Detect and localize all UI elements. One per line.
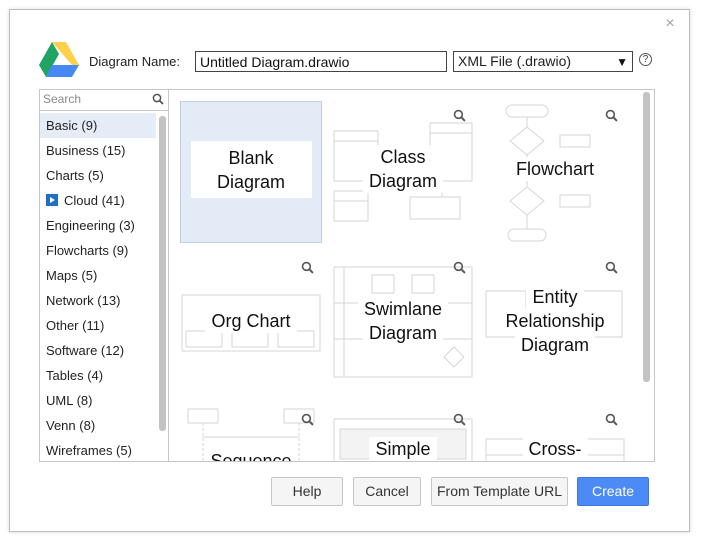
category-charts[interactable]: Charts (5) [40,163,156,188]
help-icon[interactable]: ? [639,53,652,66]
close-icon[interactable]: × [663,16,677,32]
template-simple[interactable]: Simple [332,405,474,461]
template-class-diagram[interactable]: Class Diagram [332,101,474,243]
template-swimlane-diagram[interactable]: Swimlane Diagram [332,253,474,395]
category-sidebar: Search Basic (9) Business (15) Charts (5… [39,89,169,462]
zoom-icon[interactable] [605,109,618,122]
category-label: Network (13) [46,293,121,308]
template-label-line: Swimlane [357,297,449,321]
template-label: Diagram [181,170,321,194]
template-label: Sequence [180,449,322,461]
template-org-chart[interactable]: Org Chart [180,253,322,395]
search-icon[interactable] [152,93,164,105]
category-tables[interactable]: Tables (4) [40,363,156,388]
category-label: Software (12) [46,343,125,358]
category-network[interactable]: Network (13) [40,288,156,313]
template-label: Flowchart [484,157,626,181]
zoom-icon[interactable] [301,261,314,274]
category-label: Maps (5) [46,268,98,283]
template-label-line: Sequence [204,449,298,461]
template-flowchart[interactable]: Flowchart [484,101,626,243]
template-label-line: Diagram [210,170,292,194]
zoom-icon[interactable] [453,413,466,426]
cancel-button[interactable]: Cancel [353,477,421,506]
zoom-icon[interactable] [453,109,466,122]
category-venn[interactable]: Venn (8) [40,413,156,438]
template-label: Diagram [332,321,474,345]
category-wireframes[interactable]: Wireframes (5) [40,438,156,461]
category-label: Engineering (3) [46,218,135,233]
zoom-icon[interactable] [605,413,618,426]
template-label: Entity [484,285,626,309]
category-cloud[interactable]: Cloud (41) [40,188,156,213]
search-placeholder: Search [43,92,82,106]
template-label-line: Diagram [362,169,444,193]
category-label: Basic (9) [46,118,98,133]
template-label: Simple [332,437,474,461]
template-scrollbar[interactable] [643,92,650,382]
diagram-name-label: Diagram Name: [89,54,181,69]
category-uml[interactable]: UML (8) [40,388,156,413]
category-label: UML (8) [46,393,93,408]
zoom-icon[interactable] [453,261,466,274]
category-software[interactable]: Software (12) [40,338,156,363]
category-basic[interactable]: Basic (9) [40,113,156,138]
template-label: Cross- [484,437,626,461]
category-label: Flowcharts (9) [46,243,129,258]
template-label: Diagram [484,333,626,357]
template-label-line: Class [374,145,432,169]
template-label: Diagram [332,169,474,193]
category-label: Other (11) [46,318,105,333]
template-label-line: Simple [369,437,437,461]
template-label-line: Org Chart [205,309,297,333]
template-label-line: Blank [222,146,280,170]
category-flowcharts[interactable]: Flowcharts (9) [40,238,156,263]
search-input[interactable]: Search [40,90,168,111]
zoom-icon[interactable] [301,413,314,426]
category-label: Charts (5) [46,168,104,183]
template-blank-diagram[interactable]: Blank Diagram [180,101,322,243]
template-label: Org Chart [180,309,322,333]
from-template-url-button[interactable]: From Template URL [431,477,568,506]
template-cross-functional[interactable]: Cross- [484,405,626,461]
template-label-line: Diagram [362,321,444,345]
template-label-line: Entity [526,285,584,309]
template-label-line: Flowchart [509,157,601,181]
template-label-line: Relationship [499,309,611,333]
file-format-value: XML File (.drawio) [458,53,572,69]
expand-icon[interactable] [46,194,58,206]
template-label: Blank [181,146,321,170]
file-format-select[interactable]: XML File (.drawio) ▼ [453,51,633,72]
category-list: Basic (9) Business (15) Charts (5) Cloud… [40,113,156,461]
diagram-name-input[interactable] [195,51,447,72]
category-label: Cloud (41) [64,193,125,208]
template-entity-relationship-diagram[interactable]: Entity Relationship Diagram [484,253,626,395]
category-label: Venn (8) [46,418,96,433]
template-label-line: Cross- [522,437,588,461]
template-grid: Blank Diagram Class Diagram Flowchart Or… [169,89,655,462]
google-drive-logo [39,42,79,77]
sidebar-scrollbar[interactable] [159,116,166,431]
category-label: Tables (4) [46,368,104,383]
template-label: Relationship [484,309,626,333]
create-button[interactable]: Create [577,477,649,506]
template-label: Swimlane [332,297,474,321]
template-label: Class [332,145,474,169]
template-sequence[interactable]: Sequence [180,405,322,461]
category-label: Business (15) [46,143,126,158]
template-label-line: Diagram [514,333,596,357]
chevron-down-icon: ▼ [616,55,628,69]
help-button[interactable]: Help [271,477,343,506]
category-other[interactable]: Other (11) [40,313,156,338]
category-maps[interactable]: Maps (5) [40,263,156,288]
category-label: Wireframes (5) [46,443,132,458]
category-engineering[interactable]: Engineering (3) [40,213,156,238]
category-business[interactable]: Business (15) [40,138,156,163]
zoom-icon[interactable] [605,261,618,274]
